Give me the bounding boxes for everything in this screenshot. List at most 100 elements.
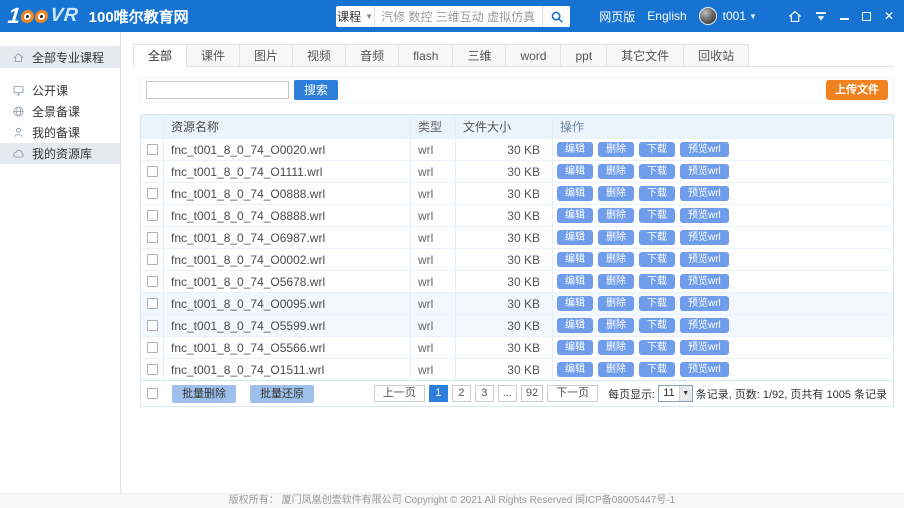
search-button[interactable]: 搜索 (294, 80, 338, 100)
download-button[interactable]: 下载 (639, 340, 675, 355)
page-button[interactable]: 1 (429, 385, 448, 402)
sidebar-item[interactable]: 公开课 (0, 80, 120, 101)
download-button[interactable]: 下载 (639, 142, 675, 157)
tab-ppt[interactable]: ppt (560, 44, 607, 66)
edit-button[interactable]: 编辑 (557, 252, 593, 267)
preview-button[interactable]: 预览wrl (680, 362, 729, 377)
download-button[interactable]: 下载 (639, 208, 675, 223)
sidebar-item[interactable]: 全部专业课程 (0, 46, 120, 68)
delete-button[interactable]: 删除 (598, 296, 634, 311)
download-button[interactable]: 下载 (639, 362, 675, 377)
collapse-button[interactable] (815, 11, 827, 22)
tab-三维[interactable]: 三维 (452, 44, 506, 66)
batch-restore-button[interactable]: 批量还原 (250, 385, 314, 403)
preview-button[interactable]: 预览wrl (680, 318, 729, 333)
username[interactable]: t001 (723, 9, 746, 23)
avatar[interactable] (699, 7, 717, 25)
edit-button[interactable]: 编辑 (557, 186, 593, 201)
row-checkbox[interactable] (147, 364, 158, 375)
download-button[interactable]: 下载 (639, 274, 675, 289)
download-button[interactable]: 下载 (639, 230, 675, 245)
delete-button[interactable]: 删除 (598, 252, 634, 267)
tab-图片[interactable]: 图片 (239, 44, 293, 66)
download-button[interactable]: 下载 (639, 186, 675, 201)
search-category-dropdown[interactable]: 课程 ▼ (336, 6, 375, 27)
edit-button[interactable]: 编辑 (557, 340, 593, 355)
batch-delete-button[interactable]: 批量删除 (172, 385, 236, 403)
upload-file-button[interactable]: 上传文件 (826, 80, 888, 100)
select-all-checkbox[interactable] (147, 388, 158, 399)
edit-button[interactable]: 编辑 (557, 296, 593, 311)
row-checkbox[interactable] (147, 254, 158, 265)
sidebar-item[interactable]: 全景备课 (0, 101, 120, 122)
delete-button[interactable]: 删除 (598, 274, 634, 289)
sidebar-item[interactable]: 我的备课 (0, 122, 120, 143)
preview-button[interactable]: 预览wrl (680, 142, 729, 157)
user-menu-chevron-icon[interactable]: ▼ (749, 12, 757, 21)
edit-button[interactable]: 编辑 (557, 318, 593, 333)
row-checkbox[interactable] (147, 342, 158, 353)
download-button[interactable]: 下载 (639, 252, 675, 267)
preview-button[interactable]: 预览wrl (680, 252, 729, 267)
delete-button[interactable]: 删除 (598, 208, 634, 223)
tab-回收站[interactable]: 回收站 (683, 44, 749, 66)
edit-button[interactable]: 编辑 (557, 142, 593, 157)
tab-word[interactable]: word (505, 44, 561, 66)
sidebar-item[interactable]: 我的资源库 (0, 143, 120, 164)
row-checkbox[interactable] (147, 166, 158, 177)
edit-button[interactable]: 编辑 (557, 208, 593, 223)
preview-button[interactable]: 预览wrl (680, 164, 729, 179)
download-button[interactable]: 下载 (639, 164, 675, 179)
tab-全部[interactable]: 全部 (133, 44, 187, 68)
row-checkbox[interactable] (147, 188, 158, 199)
per-page-select[interactable]: 11 ▼ (658, 385, 692, 402)
maximize-button[interactable] (862, 12, 871, 21)
delete-button[interactable]: 删除 (598, 230, 634, 245)
row-checkbox[interactable] (147, 276, 158, 287)
row-checkbox[interactable] (147, 232, 158, 243)
delete-button[interactable]: 删除 (598, 362, 634, 377)
filter-input[interactable] (146, 81, 289, 99)
next-page-button[interactable]: 下一页 (547, 385, 598, 402)
delete-button[interactable]: 删除 (598, 142, 634, 157)
header-search-button[interactable] (542, 6, 570, 27)
tab-其它文件[interactable]: 其它文件 (606, 44, 684, 66)
close-button[interactable]: ✕ (884, 10, 894, 22)
home-button[interactable] (788, 10, 802, 23)
preview-button[interactable]: 预览wrl (680, 296, 729, 311)
preview-button[interactable]: 预览wrl (680, 230, 729, 245)
download-button[interactable]: 下载 (639, 318, 675, 333)
header-search-input[interactable] (375, 6, 542, 27)
edit-button[interactable]: 编辑 (557, 164, 593, 179)
delete-button[interactable]: 删除 (598, 164, 634, 179)
minimize-button[interactable] (840, 12, 849, 20)
edit-button[interactable]: 编辑 (557, 274, 593, 289)
row-actions: 编辑删除下载预览wrl (553, 205, 893, 226)
row-checkbox[interactable] (147, 144, 158, 155)
delete-button[interactable]: 删除 (598, 318, 634, 333)
row-checkbox[interactable] (147, 298, 158, 309)
tab-flash[interactable]: flash (398, 44, 453, 66)
row-actions: 编辑删除下载预览wrl (553, 183, 893, 204)
download-button[interactable]: 下载 (639, 296, 675, 311)
page-button[interactable]: 92 (521, 385, 543, 402)
preview-button[interactable]: 预览wrl (680, 340, 729, 355)
web-version-link[interactable]: 网页版 (599, 8, 635, 25)
tab-视频[interactable]: 视频 (292, 44, 346, 66)
row-checkbox[interactable] (147, 210, 158, 221)
page-button[interactable]: 3 (475, 385, 494, 402)
delete-button[interactable]: 删除 (598, 186, 634, 201)
english-link[interactable]: English (647, 9, 686, 23)
row-checkbox[interactable] (147, 320, 158, 331)
edit-button[interactable]: 编辑 (557, 230, 593, 245)
preview-button[interactable]: 预览wrl (680, 274, 729, 289)
preview-button[interactable]: 预览wrl (680, 186, 729, 201)
tab-音频[interactable]: 音频 (345, 44, 399, 66)
prev-page-button[interactable]: 上一页 (374, 385, 425, 402)
column-header: 资源名称 (164, 115, 411, 138)
edit-button[interactable]: 编辑 (557, 362, 593, 377)
tab-课件[interactable]: 课件 (186, 44, 240, 66)
delete-button[interactable]: 删除 (598, 340, 634, 355)
preview-button[interactable]: 预览wrl (680, 208, 729, 223)
page-button[interactable]: 2 (452, 385, 471, 402)
